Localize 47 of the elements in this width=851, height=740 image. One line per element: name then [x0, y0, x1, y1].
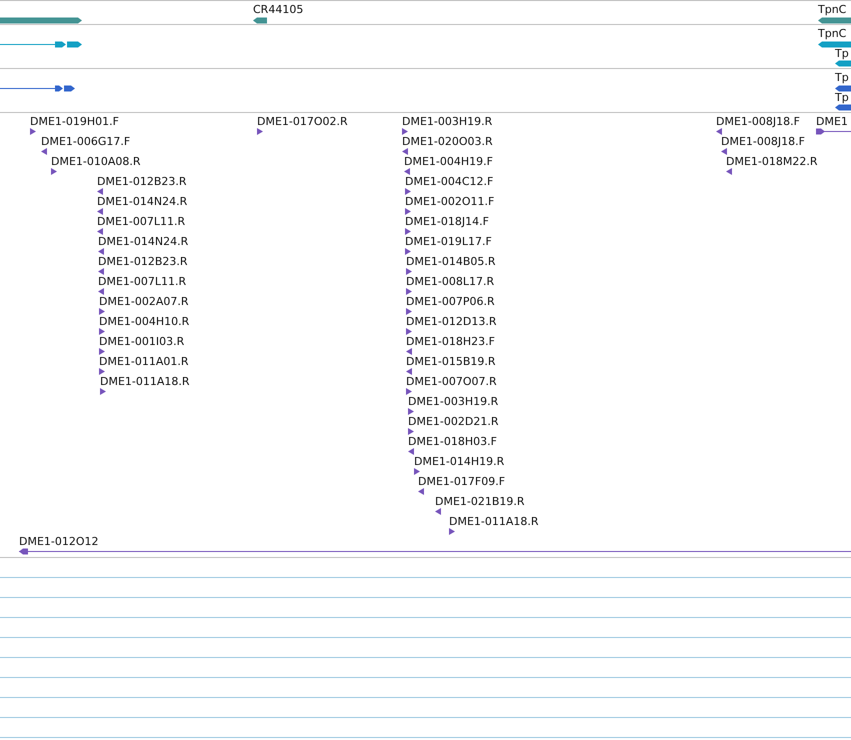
feature-label: DME1-017O02.R — [257, 115, 348, 128]
feature-label: TpnC — [818, 27, 846, 40]
feature-label: DME1-014N24.R — [97, 195, 188, 208]
feature-label: DME1-007P06.R — [406, 295, 495, 308]
feature-label: DME1-012O12 — [19, 535, 99, 548]
feature-label: DME1-002O11.F — [405, 195, 494, 208]
feature-label: DME1-018M22.R — [726, 155, 818, 168]
feature-label: DME1-007O07.R — [406, 375, 497, 388]
feature-label: DME1-002A07.R — [99, 295, 189, 308]
feature-label: DME1-004H19.F — [404, 155, 493, 168]
feature-label: DME1-007L11.R — [98, 275, 186, 288]
feature-label: DME1-006G17.F — [41, 135, 130, 148]
feature-label: DME1-003H19.R — [402, 115, 492, 128]
feature-label: Tp — [835, 91, 849, 104]
feature-label: DME1 — [816, 115, 848, 128]
feature-label: CR44105 — [253, 3, 304, 16]
feature-label: DME1-019H01.F — [30, 115, 119, 128]
feature-label: Tp — [835, 47, 849, 60]
feature-label: DME1-007L11.R — [97, 215, 186, 228]
feature-label: DME1-014B05.R — [406, 255, 496, 268]
feature-label: DME1-014N24.R — [98, 235, 188, 248]
feature-label: DME1-004H10.R — [99, 315, 190, 328]
feature-label: DME1-020O03.R — [402, 135, 493, 148]
feature-label: DME1-012B23.R — [97, 175, 187, 188]
feature-label: DME1-015B19.R — [406, 355, 496, 368]
feature-label: DME1-003H19.R — [408, 395, 498, 408]
feature-label: DME1-018H23.F — [406, 335, 495, 348]
feature-label: DME1-008L17.R — [406, 275, 494, 288]
feature-label: DME1-014H19.R — [414, 455, 504, 468]
feature-label: DME1-011A01.R — [99, 355, 189, 368]
feature-label: TpnC — [818, 3, 846, 16]
feature-label: DME1-019L17.F — [405, 235, 492, 248]
feature-label: DME1-012B23.R — [98, 255, 188, 268]
feature-label: DME1-008J18.F — [721, 135, 805, 148]
feature-label: DME1-011A18.R — [100, 375, 190, 388]
feature-label: DME1-010A08.R — [51, 155, 141, 168]
feature-label: DME1-018H03.F — [408, 435, 497, 448]
feature-label: DME1-001I03.R — [99, 335, 184, 348]
feature-label: DME1-002D21.R — [408, 415, 498, 428]
feature-label: DME1-004C12.F — [405, 175, 494, 188]
feature-label: DME1-021B19.R — [435, 495, 525, 508]
feature-label: DME1-008J18.F — [716, 115, 800, 128]
feature-label: DME1-018J14.F — [405, 215, 489, 228]
feature-label: DME1-012D13.R — [406, 315, 496, 328]
feature-label: DME1-017F09.F — [418, 475, 506, 488]
feature-label: DME1-011A18.R — [449, 515, 539, 528]
feature-label: Tp — [835, 71, 849, 84]
